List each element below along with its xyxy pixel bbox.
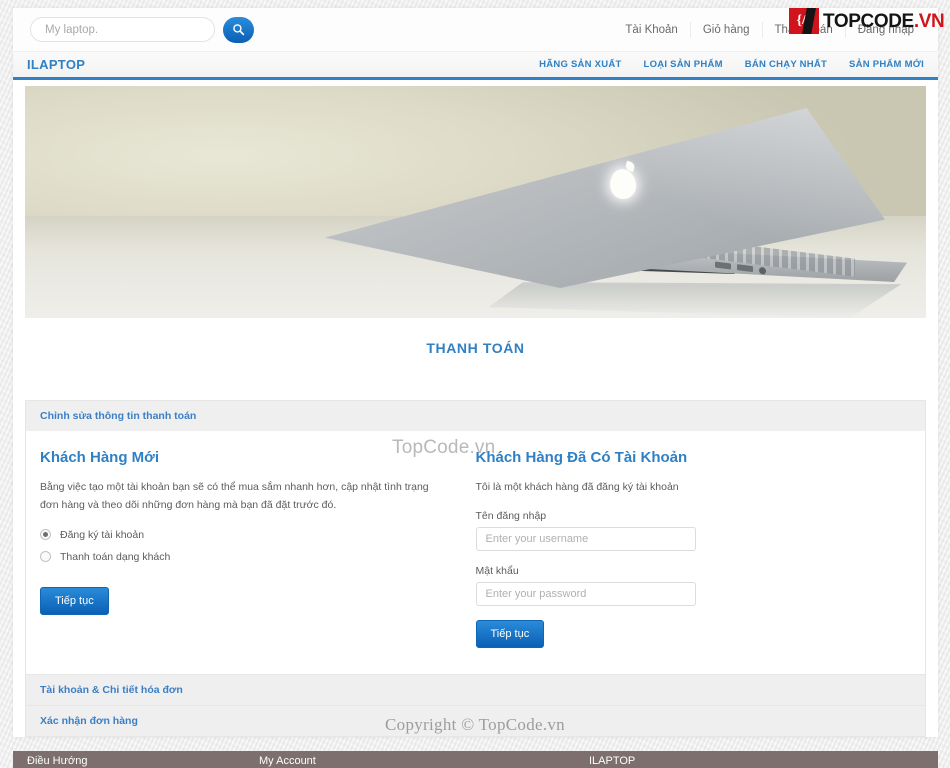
top-links: Tài Khoản Giỏ hàng Thanh toán Đăng nhập: [613, 8, 926, 51]
page-container: Tài Khoản Giỏ hàng Thanh toán Đăng nhập …: [13, 8, 938, 738]
brand-logo[interactable]: ILAPTOP: [27, 57, 85, 72]
search-icon: [233, 24, 245, 36]
footer-column-navigation-title: Điều Hướng: [27, 755, 88, 767]
nav-item-bestsellers[interactable]: BÁN CHẠY NHẤT: [745, 59, 827, 70]
radio-guest-icon: [40, 551, 51, 563]
accordion-header-account-billing[interactable]: Tài khoản & Chi tiết hóa đơn: [26, 675, 925, 706]
main-nav: HÃNG SẢN XUẤT LOẠI SẢN PHẨM BÁN CHẠY NHẤ…: [539, 59, 924, 70]
page-title: THANH TOÁN: [426, 340, 525, 356]
username-input[interactable]: [475, 527, 696, 552]
search-button[interactable]: [223, 16, 254, 43]
site-footer: Điều Hướng My Account ILAPTOP: [13, 751, 938, 768]
password-input[interactable]: [475, 582, 696, 607]
port-audio-icon: [759, 266, 766, 275]
returning-customer-column: Khách Hàng Đã Có Tài Khoản Tôi là một kh…: [475, 449, 912, 649]
copyright-text: Copyright © TopCode.vn: [385, 715, 565, 734]
top-link-login[interactable]: Đăng nhập: [844, 21, 926, 38]
app-root: Tài Khoản Giỏ hàng Thanh toán Đăng nhập …: [0, 0, 950, 768]
new-customer-description: Bằng việc tạo một tài khoản bạn sẽ có th…: [40, 481, 429, 512]
footer-column-account-title: My Account: [259, 755, 316, 767]
accordion-header-billing[interactable]: Chỉnh sửa thông tin thanh toán: [26, 401, 925, 431]
top-bar: Tài Khoản Giỏ hàng Thanh toán Đăng nhập: [13, 8, 938, 51]
nav-item-new-products[interactable]: SẢN PHẨM MỚI: [849, 59, 924, 70]
username-label: Tên đăng nhập: [475, 510, 547, 523]
login-continue-button[interactable]: Tiếp tục: [475, 620, 545, 649]
search-input[interactable]: [30, 17, 215, 42]
nav-item-manufacturers[interactable]: HÃNG SẢN XUẤT: [539, 59, 621, 70]
top-link-checkout[interactable]: Thanh toán: [761, 21, 845, 38]
checkout-columns: Khách Hàng Mới Bằng việc tạo một tài kho…: [40, 449, 912, 649]
nav-bar: ILAPTOP HÃNG SẢN XUẤT LOẠI SẢN PHẨM BÁN …: [13, 51, 938, 80]
accordion-panel-account-billing: Tài khoản & Chi tiết hóa đơn: [25, 674, 926, 706]
password-label: Mật khẩu: [475, 565, 519, 578]
new-customer-column: Khách Hàng Mới Bằng việc tạo một tài kho…: [40, 449, 476, 648]
returning-customer-title: Khách Hàng Đã Có Tài Khoản: [475, 449, 688, 466]
hero-banner[interactable]: [25, 86, 926, 318]
accordion-panel-billing: Chỉnh sửa thông tin thanh toán Khách Hàn…: [25, 400, 926, 675]
top-link-cart[interactable]: Giỏ hàng: [689, 21, 762, 38]
port-sd-icon: [715, 261, 731, 270]
checkout-accordion: Chỉnh sửa thông tin thanh toán Khách Hàn…: [25, 400, 926, 738]
new-customer-title: Khách Hàng Mới: [40, 449, 160, 466]
nav-item-categories[interactable]: LOẠI SẢN PHẨM: [644, 59, 723, 70]
radio-register-label: Đăng ký tài khoản: [60, 528, 145, 541]
radio-register-icon: [40, 529, 51, 541]
radio-register-account[interactable]: Đăng ký tài khoản: [40, 529, 450, 541]
radio-guest-checkout[interactable]: Thanh toán dạng khách: [40, 551, 450, 563]
top-link-account[interactable]: Tài Khoản: [613, 22, 689, 38]
new-customer-continue-button[interactable]: Tiếp tục: [40, 586, 109, 615]
search-form: [30, 16, 254, 43]
footer-column-brand-title: ILAPTOP: [589, 755, 636, 767]
port-usb-icon: [737, 264, 753, 273]
footer-columns: Điều Hướng My Account ILAPTOP: [13, 751, 938, 767]
radio-guest-label: Thanh toán dạng khách: [60, 550, 171, 563]
accordion-body-billing: Khách Hàng Mới Bằng việc tạo một tài kho…: [26, 431, 925, 675]
returning-customer-description: Tôi là một khách hàng đã đăng ký tài kho…: [475, 481, 679, 493]
